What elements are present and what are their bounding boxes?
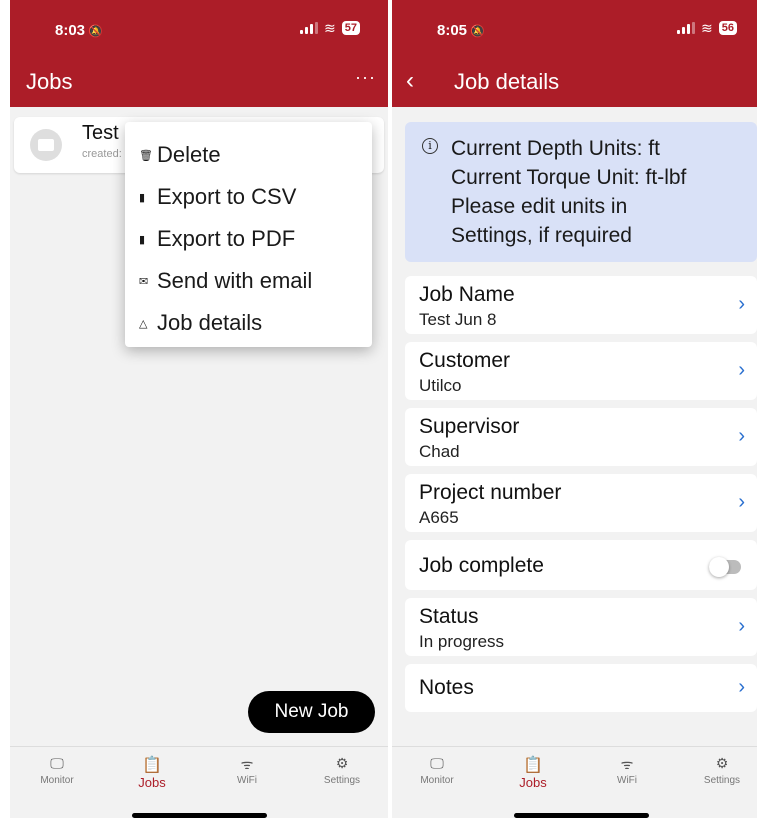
chevron-right-icon: › xyxy=(738,676,745,698)
job-complete-toggle[interactable] xyxy=(709,557,741,577)
gear-icon: ⚙ xyxy=(715,755,729,771)
chevron-right-icon: › xyxy=(738,425,745,447)
new-job-button[interactable]: New Job xyxy=(248,691,375,733)
info-line: Current Depth Units: ft xyxy=(451,137,660,160)
menu-item-delete[interactable]: 🗑 Delete xyxy=(125,134,372,176)
battery-indicator: 56 xyxy=(718,21,737,35)
field-value: A665 xyxy=(419,508,459,527)
chevron-right-icon: › xyxy=(738,491,745,513)
chevron-right-icon: › xyxy=(738,293,745,315)
tab-bar: 🖵 Monitor 📋 Jobs ᯤ WiFi ⚙ Settings xyxy=(392,746,757,818)
wifi-status-icon: ≋ xyxy=(324,20,336,36)
tab-settings[interactable]: ⚙ Settings xyxy=(307,755,377,786)
field-job-name[interactable]: Job Name Test Jun 8 › xyxy=(405,276,757,334)
menu-item-job-details[interactable]: △ Job details xyxy=(125,302,372,344)
menu-item-send-email[interactable]: ✉ Send with email xyxy=(125,260,372,302)
field-label: Project number xyxy=(419,481,562,504)
home-indicator xyxy=(514,813,649,818)
job-details-screen: 8:05 🔕 ≋ 56 ‹ Job details i Current Depth… xyxy=(392,0,757,818)
bell-muted-icon: 🔕 xyxy=(470,24,485,38)
field-customer[interactable]: Customer Utilco › xyxy=(405,342,757,400)
info-line: Please edit units in xyxy=(451,195,628,218)
field-value: Test Jun 8 xyxy=(419,310,497,329)
chevron-right-icon: › xyxy=(738,359,745,381)
tab-wifi[interactable]: ᯤ WiFi xyxy=(592,755,662,786)
file-icon: ▮ xyxy=(139,191,146,204)
info-line: Settings, if required xyxy=(451,224,632,247)
page-title: Job details xyxy=(454,69,560,94)
field-label: Customer xyxy=(419,349,511,372)
more-options-icon[interactable]: ··· xyxy=(355,67,376,88)
tab-monitor[interactable]: 🖵 Monitor xyxy=(402,755,472,786)
battery-indicator: 57 xyxy=(341,21,360,35)
wifi-icon: ᯤ xyxy=(620,756,634,772)
monitor-icon: 🖵 xyxy=(430,755,444,771)
app-bar: ‹ Job details xyxy=(392,55,757,107)
field-label: Status xyxy=(419,605,479,628)
menu-item-export-csv[interactable]: ▮ Export to CSV xyxy=(125,176,372,218)
app-bar: Jobs ··· xyxy=(10,55,388,107)
units-info-box: i Current Depth Units: ft Current Torque… xyxy=(405,122,757,262)
bell-muted-icon: 🔕 xyxy=(88,24,103,38)
job-created: created: xyxy=(82,148,122,160)
field-label: Job Name xyxy=(419,283,515,306)
mail-icon: ✉ xyxy=(139,275,149,288)
tab-settings[interactable]: ⚙ Settings xyxy=(687,755,757,786)
tab-wifi[interactable]: ᯤ WiFi xyxy=(212,755,282,786)
home-indicator xyxy=(132,813,267,818)
chevron-right-icon: › xyxy=(738,615,745,637)
back-icon[interactable]: ‹ xyxy=(406,67,414,95)
info-icon: i xyxy=(422,138,438,154)
job-context-menu: 🗑 Delete ▮ Export to CSV ▮ Export to PDF ✉ S… xyxy=(125,122,372,347)
job-name: Test xyxy=(82,122,119,144)
status-time: 8:03 xyxy=(55,22,86,39)
warning-icon: △ xyxy=(139,317,148,330)
field-value: Chad xyxy=(419,442,460,461)
tab-jobs[interactable]: 📋 Jobs xyxy=(117,755,187,790)
menu-item-export-pdf[interactable]: ▮ Export to PDF xyxy=(125,218,372,260)
file-icon: ▮ xyxy=(139,233,146,246)
status-bar: 8:05 🔕 ≋ 56 xyxy=(392,0,757,55)
field-label: Notes xyxy=(419,676,474,699)
cellular-signal-icon xyxy=(677,22,696,34)
tab-bar: 🖵 Monitor 📋 Jobs ᯤ WiFi ⚙ Settings xyxy=(10,746,388,818)
trash-icon: 🗑 xyxy=(139,149,153,162)
field-value: Utilco xyxy=(419,376,462,395)
field-project-number[interactable]: Project number A665 › xyxy=(405,474,757,532)
field-status[interactable]: Status In progress › xyxy=(405,598,757,656)
field-value: In progress xyxy=(419,632,505,651)
jobs-screen: 8:03 🔕 ≋ 57 Jobs ··· Test created: 🗑 Delet… xyxy=(10,0,388,818)
gear-icon: ⚙ xyxy=(335,755,349,771)
field-label: Job complete xyxy=(419,554,544,577)
status-time: 8:05 xyxy=(437,22,468,39)
wifi-icon: ᯤ xyxy=(240,756,254,772)
clipboard-icon: 📋 xyxy=(523,757,543,774)
page-title: Jobs xyxy=(26,69,73,94)
field-label: Supervisor xyxy=(419,415,520,438)
clipboard-icon: 📋 xyxy=(142,757,162,774)
field-job-complete: Job complete xyxy=(405,540,757,590)
folder-icon xyxy=(30,129,62,161)
status-bar: 8:03 🔕 ≋ 57 xyxy=(10,0,388,55)
wifi-status-icon: ≋ xyxy=(701,20,713,36)
info-line: Current Torque Unit: ft-lbf xyxy=(451,166,687,189)
cellular-signal-icon xyxy=(300,22,319,34)
tab-jobs[interactable]: 📋 Jobs xyxy=(498,755,568,790)
monitor-icon: 🖵 xyxy=(50,755,64,771)
tab-monitor[interactable]: 🖵 Monitor xyxy=(22,755,92,786)
field-supervisor[interactable]: Supervisor Chad › xyxy=(405,408,757,466)
field-notes[interactable]: Notes › xyxy=(405,664,757,712)
